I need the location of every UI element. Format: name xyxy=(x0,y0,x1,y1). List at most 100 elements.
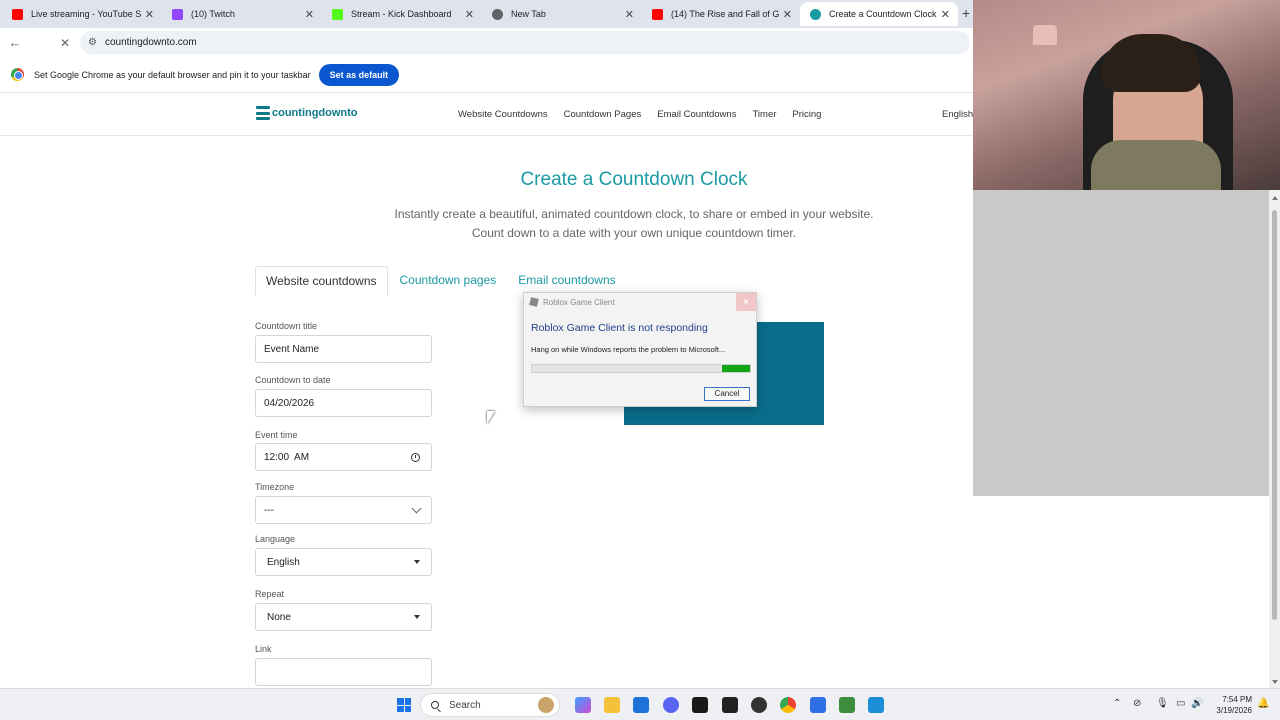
mouse-cursor-icon xyxy=(487,411,495,424)
logo-text: countingdownto xyxy=(272,107,358,119)
obs-icon[interactable] xyxy=(722,697,738,713)
page-scrollbar[interactable] xyxy=(1269,190,1280,688)
dialog-cancel-button[interactable]: Cancel xyxy=(704,387,750,401)
countdown-title-label: Countdown title xyxy=(255,321,318,331)
nav-website-countdowns[interactable]: Website Countdowns xyxy=(458,109,548,120)
tab-label: New Tab xyxy=(511,9,546,19)
countdown-date-input[interactable]: 04/20/2026 xyxy=(255,389,432,417)
windows-taskbar: Search ⌃ ⊘ 🎙 ▭ 🔊 7:54 PM 3/19/2026 🔔 xyxy=(0,688,1280,720)
youtube-icon xyxy=(12,8,23,20)
volume-icon[interactable]: 🔊 xyxy=(1191,698,1203,709)
roblox-studio-icon[interactable] xyxy=(810,697,826,713)
outlook-icon[interactable] xyxy=(633,697,649,713)
taskbar-search-label: Search xyxy=(449,699,481,711)
dialog-message: Hang on while Windows reports the proble… xyxy=(531,345,726,354)
widget-icon[interactable] xyxy=(538,697,554,713)
site-logo[interactable]: countingdownto xyxy=(256,106,358,120)
file-explorer-icon[interactable] xyxy=(604,697,620,713)
nav-email-countdowns[interactable]: Email Countdowns xyxy=(657,109,736,120)
event-time-input[interactable]: 12:00 AM xyxy=(255,443,432,471)
streamer-hair-shape xyxy=(1101,34,1201,92)
repeat-select[interactable]: None xyxy=(255,603,432,631)
scroll-thumb[interactable] xyxy=(1272,210,1277,620)
close-icon[interactable]: ✕ xyxy=(305,8,314,21)
roblox-icon xyxy=(529,297,539,307)
language-select[interactable]: English xyxy=(255,548,432,576)
top-nav: Website Countdowns Countdown Pages Email… xyxy=(458,109,837,120)
notification-icon[interactable]: 🔔 xyxy=(1257,698,1269,709)
chrome-icon xyxy=(11,68,24,81)
repeat-label: Repeat xyxy=(255,589,285,599)
url-text: countingdownto.com xyxy=(104,37,197,48)
tab-label: Stream - Kick Dashboard xyxy=(351,9,452,19)
tab-countdown-pages[interactable]: Countdown pages xyxy=(390,266,507,296)
microphone-icon[interactable]: 🎙 xyxy=(1156,698,1169,709)
dialog-close-button[interactable]: ✕ xyxy=(736,293,756,311)
dialog-progress-bar xyxy=(531,364,751,373)
timezone-value: --- xyxy=(264,504,274,516)
close-icon[interactable]: ✕ xyxy=(145,8,154,21)
nav-countdown-pages[interactable]: Countdown Pages xyxy=(564,109,642,120)
site-icon xyxy=(810,8,821,20)
nav-timer[interactable]: Timer xyxy=(752,109,776,120)
tab-countdown-clock[interactable]: Create a Countdown Clock ✕ xyxy=(800,2,958,26)
close-icon[interactable]: ✕ xyxy=(625,8,634,21)
streamer-shirt-shape xyxy=(1091,140,1221,190)
clock-date: 3/19/2026 xyxy=(1216,706,1252,715)
dialog-heading: Roblox Game Client is not responding xyxy=(531,322,708,334)
tab-label: (10) Twitch xyxy=(191,9,235,19)
app-icon[interactable] xyxy=(839,697,855,713)
stop-loading-icon[interactable]: ✕ xyxy=(53,36,77,50)
capcut-icon[interactable] xyxy=(692,697,708,713)
tab-twitch[interactable]: (10) Twitch ✕ xyxy=(162,2,322,26)
link-input[interactable] xyxy=(255,658,432,686)
clock-time: 7:54 PM xyxy=(1222,695,1252,704)
copilot-icon[interactable] xyxy=(575,697,591,713)
default-browser-infobar: Set Google Chrome as your default browse… xyxy=(0,57,975,93)
chrome-taskbar-icon[interactable] xyxy=(780,697,796,713)
dialog-titlebar[interactable]: Roblox Game Client xyxy=(524,293,756,311)
tab-new-tab[interactable]: New Tab ✕ xyxy=(482,2,642,26)
timezone-label: Timezone xyxy=(255,482,295,492)
tab-website-countdowns[interactable]: Website countdowns xyxy=(255,266,388,296)
tab-kick[interactable]: Stream - Kick Dashboard ✕ xyxy=(322,2,482,26)
tab-label: (14) The Rise and Fall of Grow A Garden xyxy=(671,9,779,19)
tab-youtube-video[interactable]: (14) The Rise and Fall of Grow A Garden … xyxy=(642,2,800,26)
app-icon[interactable] xyxy=(751,697,767,713)
browser-tab-strip: Live streaming - YouTube Studio ✕ (10) T… xyxy=(0,0,975,28)
scroll-down-icon[interactable] xyxy=(1272,680,1278,684)
back-icon[interactable]: ← xyxy=(3,35,27,50)
language-link[interactable]: English xyxy=(942,109,973,120)
app-icon[interactable] xyxy=(868,697,884,713)
tray-overflow-icon[interactable]: ⌃ xyxy=(1113,698,1121,709)
caret-down-icon xyxy=(414,560,420,564)
scroll-up-icon[interactable] xyxy=(1272,196,1278,200)
new-tab-button[interactable]: + xyxy=(962,5,970,21)
discord-icon[interactable] xyxy=(663,697,679,713)
language-label: Language xyxy=(255,534,296,544)
address-bar-row: ← ✕ ⚙ countingdownto.com xyxy=(0,28,975,57)
tab-youtube-studio[interactable]: Live streaming - YouTube Studio ✕ xyxy=(2,2,162,26)
not-responding-dialog: Roblox Game Client ✕ Roblox Game Client … xyxy=(523,292,757,407)
search-icon xyxy=(431,701,439,709)
network-off-icon[interactable]: ⊘ xyxy=(1133,698,1141,709)
infobar-message: Set Google Chrome as your default browse… xyxy=(34,69,311,80)
tab-label: Create a Countdown Clock xyxy=(829,9,937,19)
close-icon[interactable]: ✕ xyxy=(941,8,950,21)
repeat-value: None xyxy=(267,611,291,623)
taskbar-clock[interactable]: 7:54 PM 3/19/2026 xyxy=(1212,694,1252,716)
site-info-icon[interactable]: ⚙ xyxy=(88,37,97,48)
windows-start-icon[interactable] xyxy=(397,698,411,712)
dialog-app-name: Roblox Game Client xyxy=(543,297,615,307)
nav-pricing[interactable]: Pricing xyxy=(792,109,821,120)
countdown-title-input[interactable]: Event Name xyxy=(255,335,432,363)
address-input[interactable]: ⚙ countingdownto.com xyxy=(80,31,970,54)
timezone-select[interactable]: --- xyxy=(255,496,432,524)
wifi-icon[interactable]: ▭ xyxy=(1176,698,1185,709)
close-icon[interactable]: ✕ xyxy=(783,8,792,21)
lamp-shape xyxy=(1033,25,1057,45)
close-icon[interactable]: ✕ xyxy=(465,8,474,21)
set-default-button[interactable]: Set as default xyxy=(318,63,400,86)
overlay-panel xyxy=(973,190,1269,496)
clock-icon[interactable] xyxy=(411,453,420,462)
